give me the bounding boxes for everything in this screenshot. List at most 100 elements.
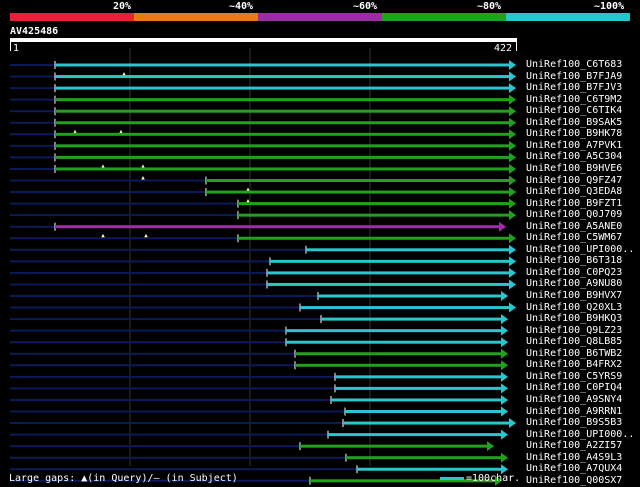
hit-label[interactable]: UniRef100_B7FJA9: [526, 71, 622, 82]
hit-bar[interactable]: [286, 329, 502, 333]
hit-label[interactable]: UniRef100_Q9LZ23: [526, 325, 622, 336]
hit-bar[interactable]: [55, 155, 510, 159]
hit-arrow: [501, 429, 508, 440]
hit-bar[interactable]: [321, 317, 502, 321]
hit-label[interactable]: UniRef100_Q9FZ47: [526, 175, 622, 186]
hit-label[interactable]: UniRef100_A5C304: [526, 151, 622, 162]
hit-label[interactable]: UniRef100_Q8LB85: [526, 336, 622, 347]
hit-bar[interactable]: [306, 248, 510, 252]
hit-label[interactable]: UniRef100_B9HKQ3: [526, 313, 622, 324]
hit-arrow: [509, 279, 516, 290]
hit-label[interactable]: UniRef100_B4FRX2: [526, 359, 622, 370]
hit-bar[interactable]: [335, 386, 502, 390]
hit-arrow: [509, 187, 516, 198]
hit-label[interactable]: UniRef100_UPI000..: [526, 244, 634, 255]
hit-bar[interactable]: [55, 63, 510, 67]
hit-label[interactable]: UniRef100_A2ZI57: [526, 440, 622, 451]
hit-arrow: [501, 371, 508, 382]
hit-label[interactable]: UniRef100_C5YRS9: [526, 371, 622, 382]
scale-legend: =100char.: [440, 473, 520, 484]
hit-bar[interactable]: [331, 398, 502, 402]
hit-label[interactable]: UniRef100_B9S5B3: [526, 417, 622, 428]
hit-arrow: [509, 83, 516, 94]
hit-bar[interactable]: [55, 167, 510, 171]
hit-bar[interactable]: [55, 132, 510, 136]
hit-arrow: [509, 163, 516, 174]
hit-label[interactable]: UniRef100_Q3EDA8: [526, 186, 622, 197]
hit-bar[interactable]: [346, 456, 502, 460]
hit-arrow: [509, 129, 516, 140]
hit-label[interactable]: UniRef100_C0PIQ4: [526, 382, 622, 393]
hit-label[interactable]: UniRef100_A7QUX4: [526, 463, 622, 474]
hit-label[interactable]: UniRef100_Q20XL3: [526, 302, 622, 313]
hit-bar[interactable]: [345, 410, 502, 413]
hit-bar[interactable]: [55, 75, 510, 79]
hit-arrow: [509, 117, 516, 128]
hit-label[interactable]: UniRef100_UPI000..: [526, 429, 634, 440]
hit-label[interactable]: UniRef100_B9FZT1: [526, 198, 622, 209]
hit-arrow: [509, 60, 516, 70]
hit-label[interactable]: UniRef100_B6TWB2: [526, 348, 622, 359]
hit-arrow: [509, 418, 516, 429]
hit-arrow: [501, 291, 508, 301]
hit-label[interactable]: UniRef100_B9HVE6: [526, 163, 622, 174]
hit-label[interactable]: UniRef100_B9HVX7: [526, 290, 622, 301]
hit-bar[interactable]: [300, 444, 488, 448]
hit-bar[interactable]: [267, 282, 510, 286]
hit-bar[interactable]: [300, 306, 510, 310]
hit-arrow: [509, 175, 516, 186]
hit-bar[interactable]: [357, 467, 502, 471]
hit-label[interactable]: UniRef100_Q0J709: [526, 209, 622, 220]
hit-label[interactable]: UniRef100_B9SAK5: [526, 117, 622, 128]
hit-arrow: [509, 152, 516, 163]
hit-bar[interactable]: [286, 340, 502, 344]
hit-arrow: [501, 348, 508, 359]
hit-label[interactable]: UniRef100_C0PQ23: [526, 267, 622, 278]
hit-bar[interactable]: [206, 190, 510, 194]
hit-bar[interactable]: [55, 121, 510, 125]
hit-arrow: [501, 394, 508, 405]
hit-label[interactable]: UniRef100_B6T318: [526, 255, 622, 266]
hit-label[interactable]: UniRef100_Q00SX7: [526, 475, 622, 486]
hit-label[interactable]: UniRef100_B7FJV3: [526, 82, 622, 93]
hit-arrow: [509, 244, 516, 255]
hit-label[interactable]: UniRef100_A9SNY4: [526, 394, 622, 405]
hit-label[interactable]: UniRef100_C5WM67: [526, 232, 622, 243]
hit-label[interactable]: UniRef100_C6T9M2: [526, 94, 622, 105]
hit-bar[interactable]: [55, 86, 510, 90]
hit-bar[interactable]: [328, 433, 502, 437]
hit-bar[interactable]: [343, 421, 510, 425]
hit-bar[interactable]: [55, 225, 500, 229]
hit-bar[interactable]: [238, 213, 510, 217]
hit-arrow: [509, 198, 516, 209]
hit-arrow: [499, 221, 506, 232]
hit-bar[interactable]: [318, 294, 502, 298]
hit-label[interactable]: UniRef100_A5ANE0: [526, 221, 622, 232]
hit-bar[interactable]: [267, 271, 510, 275]
hit-arrow: [501, 452, 508, 463]
query-gap-marker: [144, 233, 148, 238]
hit-label[interactable]: UniRef100_B9HK78: [526, 128, 622, 139]
hit-label[interactable]: UniRef100_A9RRN1: [526, 406, 622, 417]
hit-bar[interactable]: [335, 375, 502, 379]
hit-arrow: [501, 406, 508, 417]
hit-arrow: [509, 302, 516, 313]
hit-bar[interactable]: [295, 352, 502, 356]
hit-bar[interactable]: [238, 236, 510, 240]
hit-label[interactable]: UniRef100_C6TIK4: [526, 105, 622, 116]
hit-arrow: [501, 314, 508, 325]
hit-bar[interactable]: [295, 363, 502, 367]
hit-bar[interactable]: [55, 109, 510, 113]
hit-arrow: [509, 94, 516, 105]
hit-label[interactable]: UniRef100_A7PVK1: [526, 140, 622, 151]
hit-arrow: [509, 71, 516, 82]
hit-bar[interactable]: [55, 144, 510, 148]
hit-label[interactable]: UniRef100_A4S9L3: [526, 452, 622, 463]
hit-bar[interactable]: [55, 98, 510, 102]
hit-label[interactable]: UniRef100_C6T683: [526, 59, 622, 70]
hit-bar[interactable]: [270, 259, 510, 263]
hit-bar[interactable]: [238, 202, 510, 206]
hit-bar[interactable]: [206, 179, 510, 182]
scale-label: =100char.: [466, 473, 521, 484]
hit-label[interactable]: UniRef100_A9NU80: [526, 278, 622, 289]
